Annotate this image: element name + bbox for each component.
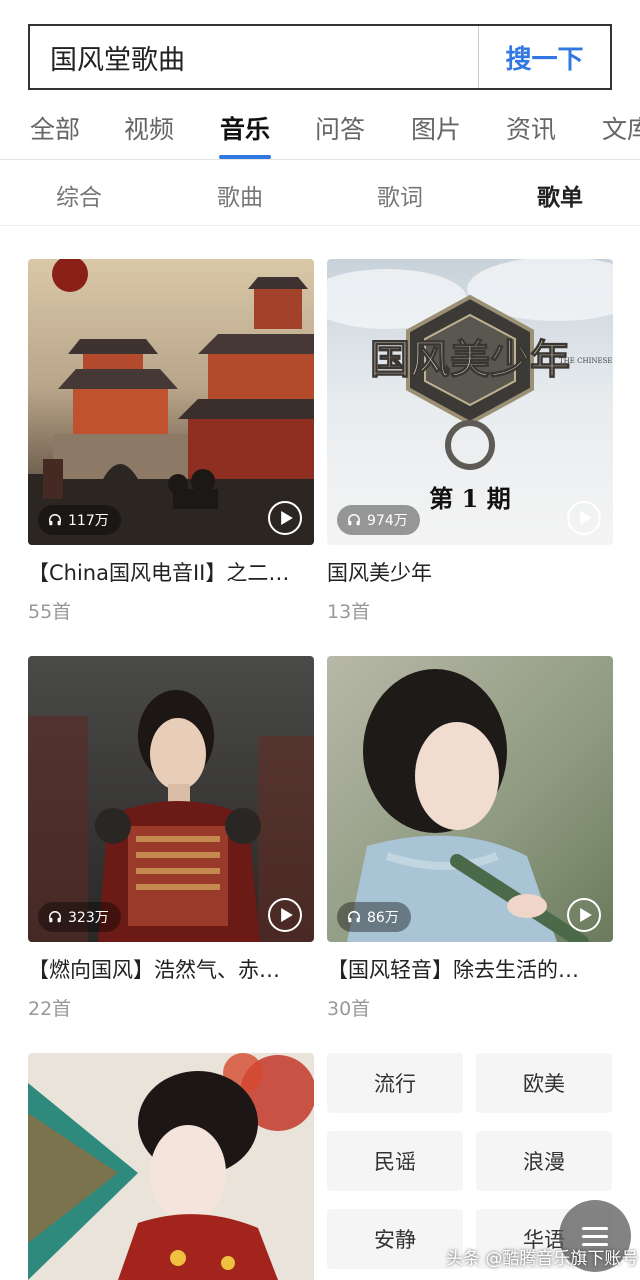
tab-all[interactable]: 全部 [30, 110, 80, 146]
playlist-cover[interactable]: 117万 [28, 259, 314, 545]
playlist-card[interactable]: 86万 【国风轻音】除去生活的… 30首 [327, 656, 613, 1021]
genre-tag-folk[interactable]: 民谣 [327, 1131, 463, 1191]
search-input[interactable] [30, 26, 478, 88]
genre-tag-western[interactable]: 欧美 [476, 1053, 612, 1113]
play-count: 974万 [367, 513, 408, 529]
playlist-card[interactable] [28, 1053, 314, 1280]
subtab-lyrics[interactable]: 歌词 [377, 178, 423, 212]
cover-en-text: THE CHINESE YOUTH [559, 357, 613, 365]
play-count-badge: 117万 [38, 505, 121, 535]
main-tabs: 全部 视频 音乐 问答 图片 资讯 文库 [0, 96, 640, 160]
playlist-title[interactable]: 国风美少年 [327, 557, 613, 587]
tab-music[interactable]: 音乐 [220, 110, 270, 146]
playlist-title[interactable]: 【China国风电音II】之二… [28, 557, 314, 587]
play-button[interactable] [268, 898, 302, 932]
play-count-badge: 86万 [337, 902, 411, 932]
playlist-cover[interactable]: 323万 [28, 656, 314, 942]
genre-tag-quiet[interactable]: 安静 [327, 1209, 463, 1269]
tab-news[interactable]: 资讯 [506, 110, 556, 146]
playlist-cover[interactable]: 国风美少年 THE CHINESE YOUTH 第 1 期 974万 [327, 259, 613, 545]
cover-episode-text: 第 1 期 [429, 484, 510, 513]
headphones-icon [49, 514, 61, 526]
genre-tag-pop[interactable]: 流行 [327, 1053, 463, 1113]
play-button[interactable] [268, 501, 302, 535]
cover-art-show-logo: 国风美少年 THE CHINESE YOUTH 第 1 期 [327, 259, 613, 545]
search-bar: 搜一下 [28, 24, 612, 90]
genre-tag-romantic[interactable]: 浪漫 [476, 1131, 612, 1191]
tab-library[interactable]: 文库 [602, 110, 640, 146]
cover-art-palace [28, 259, 314, 545]
cover-art-fan-lady [28, 1053, 314, 1280]
cover-logo-text: 国风美少年 [370, 336, 570, 383]
search-button[interactable]: 搜一下 [478, 26, 610, 88]
play-count: 323万 [68, 910, 109, 926]
headphones-icon [348, 911, 360, 923]
playlist-cover[interactable]: 86万 [327, 656, 613, 942]
playlist-track-count: 13首 [327, 601, 371, 623]
subtab-songs[interactable]: 歌曲 [217, 178, 263, 212]
tab-video[interactable]: 视频 [124, 110, 174, 146]
playlist-track-count: 30首 [327, 998, 371, 1020]
playlist-title[interactable]: 【国风轻音】除去生活的… [327, 954, 613, 984]
playlist-cover[interactable] [28, 1053, 314, 1280]
tab-images[interactable]: 图片 [411, 110, 461, 146]
subtab-playlists[interactable]: 歌单 [537, 178, 583, 212]
cover-art-flute-girl [327, 656, 613, 942]
tab-qa[interactable]: 问答 [315, 110, 365, 146]
subtab-overview[interactable]: 综合 [56, 178, 102, 212]
play-button[interactable] [567, 501, 601, 535]
play-count: 86万 [367, 910, 399, 926]
play-count: 117万 [68, 513, 109, 529]
watermark: 头条 @酷腾音乐旗下账号 [446, 1249, 639, 1269]
headphones-icon [348, 514, 360, 526]
play-count-badge: 323万 [38, 902, 121, 932]
playlist-card[interactable]: 国风美少年 THE CHINESE YOUTH 第 1 期 974万 国风美少年… [327, 259, 613, 624]
sub-tabs: 综合 歌曲 歌词 歌单 [0, 160, 640, 226]
headphones-icon [49, 911, 61, 923]
playlist-title[interactable]: 【燃向国风】浩然气、赤… [28, 954, 314, 984]
play-icon [280, 511, 293, 525]
cover-art-warrior [28, 656, 314, 942]
playlist-track-count: 55首 [28, 601, 72, 623]
play-icon [579, 908, 592, 922]
playlist-card[interactable]: 323万 【燃向国风】浩然气、赤… 22首 [28, 656, 314, 1021]
playlist-track-count: 22首 [28, 998, 72, 1020]
play-icon [579, 511, 592, 525]
play-button[interactable] [567, 898, 601, 932]
playlist-card[interactable]: 117万 【China国风电音II】之二… 55首 [28, 259, 314, 624]
active-tab-indicator [219, 155, 271, 159]
play-count-badge: 974万 [337, 505, 420, 535]
play-icon [280, 908, 293, 922]
